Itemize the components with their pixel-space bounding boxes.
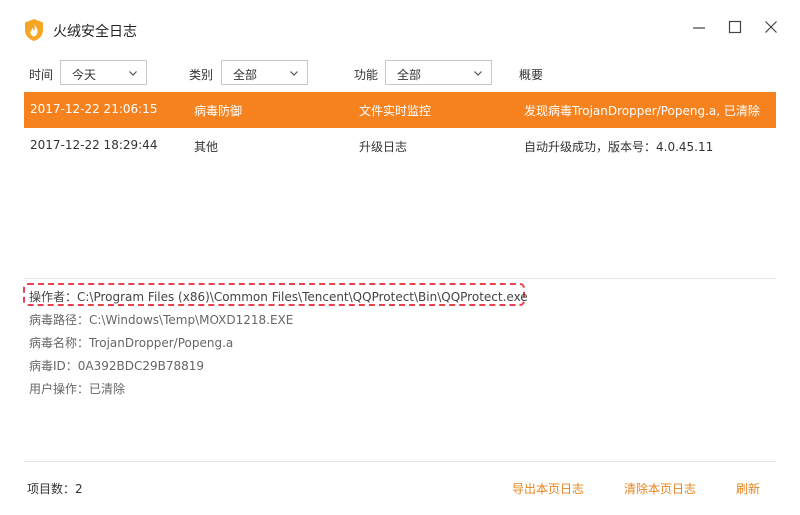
time-filter-value: 今天	[72, 68, 97, 82]
category-filter-select[interactable]: 全部	[221, 60, 308, 85]
filter-bar: 时间 今天 类别 全部 功能 全部 概要	[0, 56, 800, 92]
maximize-button[interactable]	[722, 14, 748, 40]
clear-log-button[interactable]: 清除本页日志	[624, 480, 696, 497]
log-category: 病毒防御	[194, 104, 243, 118]
detail-virus-path: 病毒路径：C:\Windows\Temp\MOXD1218.EXE	[29, 313, 294, 327]
detail-operator: 操作者：C:\Program Files (x86)\Common Files\…	[29, 290, 528, 304]
log-row[interactable]: 2017-12-22 18:29:44 其他 升级日志 自动升级成功，版本号：4…	[24, 128, 776, 164]
refresh-button[interactable]: 刷新	[736, 480, 760, 497]
log-category: 其他	[194, 140, 219, 154]
log-function: 文件实时监控	[359, 104, 432, 118]
category-filter-label: 类别	[189, 68, 214, 82]
minimize-icon	[693, 27, 705, 29]
list-divider	[24, 278, 776, 279]
footer-divider	[24, 461, 776, 462]
log-time: 2017-12-22 18:29:44	[30, 138, 158, 152]
time-filter-label: 时间	[29, 68, 54, 82]
item-count: 项目数：2	[27, 482, 83, 496]
close-button[interactable]	[758, 14, 784, 40]
close-icon	[765, 21, 777, 33]
log-time: 2017-12-22 21:06:15	[30, 102, 158, 116]
chevron-down-icon	[474, 71, 482, 76]
chevron-down-icon	[129, 71, 137, 76]
chevron-down-icon	[290, 71, 298, 76]
detail-user-action: 用户操作：已清除	[29, 382, 126, 396]
time-filter-select[interactable]: 今天	[60, 60, 147, 85]
title-bar: 火绒安全日志	[0, 0, 800, 56]
log-function: 升级日志	[359, 140, 408, 154]
detail-virus-name: 病毒名称：TrojanDropper/Popeng.a	[29, 336, 234, 350]
minimize-button[interactable]	[686, 14, 712, 40]
log-summary: 自动升级成功，版本号：4.0.45.11	[524, 140, 714, 154]
maximize-icon	[728, 20, 742, 34]
summary-column-header: 概要	[519, 68, 544, 82]
function-filter-label: 功能	[354, 68, 379, 82]
detail-virus-id: 病毒ID：0A392BDC29B78819	[29, 359, 205, 373]
category-filter-value: 全部	[233, 68, 258, 82]
export-log-button[interactable]: 导出本页日志	[512, 480, 584, 497]
fire-shield-icon	[25, 19, 43, 41]
log-summary: 发现病毒TrojanDropper/Popeng.a, 已清除	[524, 104, 760, 118]
function-filter-value: 全部	[397, 68, 422, 82]
window-title: 火绒安全日志	[53, 24, 137, 40]
log-row-selected[interactable]: 2017-12-22 21:06:15 病毒防御 文件实时监控 发现病毒Troj…	[24, 92, 776, 128]
function-filter-select[interactable]: 全部	[385, 60, 492, 85]
